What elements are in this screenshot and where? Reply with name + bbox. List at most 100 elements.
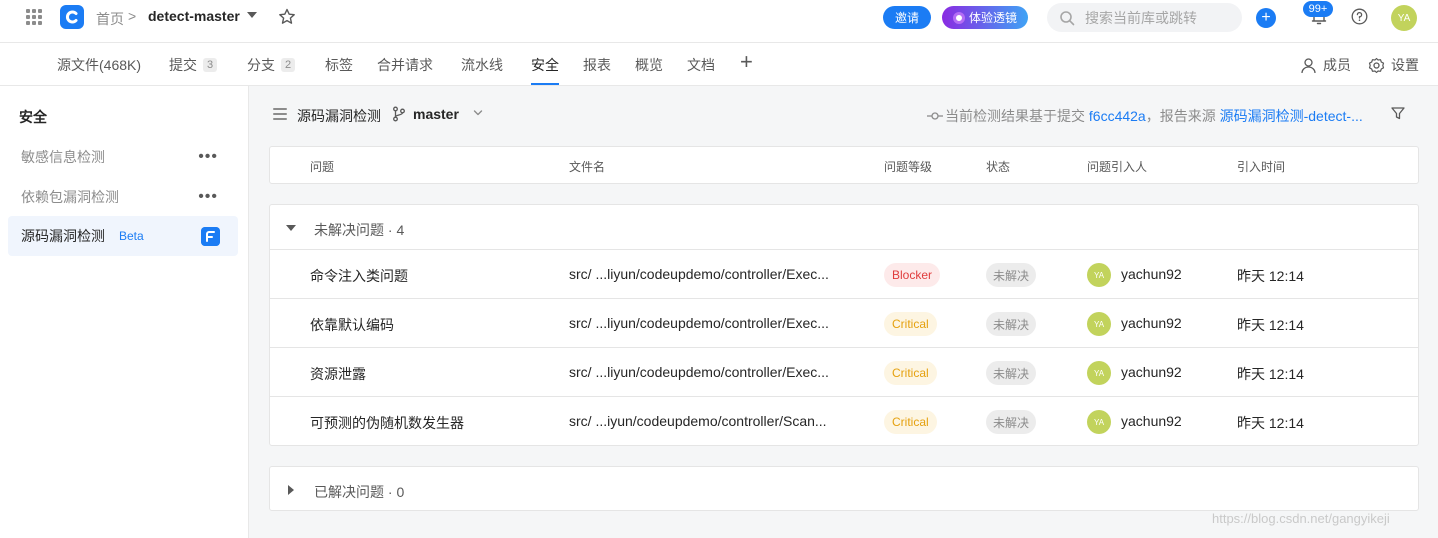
level-badge: Critical — [884, 312, 937, 336]
introduced-time: 昨天 12:14 — [1237, 268, 1304, 284]
avatar: YA — [1087, 263, 1111, 287]
star-icon[interactable] — [277, 7, 297, 27]
sidebar-item-dependency-vuln[interactable]: 依赖包漏洞检测 ••• — [8, 177, 238, 217]
unresolved-group-header[interactable]: 未解决问题 · 4 — [270, 205, 1418, 250]
column-time[interactable]: 引入时间 — [1237, 158, 1285, 175]
watermark: https://blog.csdn.net/gangyikeji — [1212, 511, 1390, 526]
scanner-app-icon — [201, 227, 220, 246]
resolved-title: 已解决问题 · 0 — [314, 484, 405, 500]
chevron-down-icon[interactable] — [473, 108, 483, 118]
tab-branches[interactable]: 分支 2 — [247, 55, 296, 75]
table-row[interactable]: 可预测的伪随机数发生器 src/ ...iyun/codeupdemo/cont… — [270, 397, 1418, 446]
tab-source[interactable]: 源文件(468K) — [57, 55, 141, 75]
security-sidebar: 安全 敏感信息检测 ••• 依赖包漏洞检测 ••• 源码漏洞检测 Beta — [0, 86, 249, 538]
tab-reports[interactable]: 报表 — [583, 55, 611, 75]
unresolved-title: 未解决问题 · 4 — [314, 222, 405, 238]
status-badge: 未解决 — [986, 263, 1037, 287]
repo-dropdown-caret-icon[interactable] — [247, 12, 257, 18]
search-icon — [1060, 10, 1075, 25]
level-badge: Blocker — [884, 263, 941, 287]
introducer-name: yachun92 — [1121, 266, 1182, 282]
codeup-logo-icon[interactable] — [60, 5, 84, 29]
file-path[interactable]: src/ ...liyun/codeupdemo/controller/Exec… — [569, 315, 841, 331]
column-issue[interactable]: 问题 — [310, 158, 334, 175]
caret-down-icon[interactable] — [286, 225, 296, 231]
branches-count: 2 — [281, 58, 296, 72]
table-header: 问题 文件名 问题等级 状态 问题引入人 引入时间 — [269, 146, 1419, 184]
tab-pipelines[interactable]: 流水线 — [461, 55, 503, 75]
add-tab-button[interactable]: + — [740, 51, 753, 73]
sidebar-item-sensitive-info[interactable]: 敏感信息检测 ••• — [8, 137, 238, 177]
issue-name[interactable]: 命令注入类问题 — [310, 266, 408, 286]
commit-icon — [927, 112, 943, 120]
table-row[interactable]: 命令注入类问题 src/ ...liyun/codeupdemo/control… — [270, 250, 1418, 299]
commits-count: 3 — [203, 58, 218, 72]
commit-link[interactable]: f6cc442a — [1089, 108, 1146, 124]
column-file[interactable]: 文件名 — [569, 158, 605, 175]
sidebar-title: 安全 — [19, 109, 47, 125]
tab-docs[interactable]: 文档 — [687, 55, 715, 75]
tab-security[interactable]: 安全 — [531, 55, 559, 75]
level-badge: Critical — [884, 361, 937, 385]
avatar: YA — [1087, 361, 1111, 385]
section-title: 源码漏洞检测 — [297, 108, 381, 124]
branch-selector[interactable]: master — [413, 106, 459, 122]
resolved-group: 已解决问题 · 0 — [269, 466, 1419, 511]
settings-button[interactable]: 设置 — [1368, 55, 1419, 75]
column-level[interactable]: 问题等级 — [884, 158, 932, 175]
add-button[interactable]: + — [1256, 8, 1276, 28]
lens-label: 体验透镜 — [968, 11, 1017, 25]
file-path[interactable]: src/ ...iyun/codeupdemo/controller/Scan.… — [569, 413, 841, 429]
lens-button[interactable]: 体验透镜 — [942, 6, 1028, 29]
apps-grid-icon[interactable] — [26, 9, 42, 25]
issue-name[interactable]: 资源泄露 — [310, 364, 366, 384]
main-content: 源码漏洞检测 master 当前检测结果基于提交 f6cc442a ，报告来源 … — [249, 86, 1438, 538]
menu-icon[interactable] — [273, 108, 287, 120]
introduced-time: 昨天 12:14 — [1237, 317, 1304, 333]
introducer-name: yachun92 — [1121, 315, 1182, 331]
section-header: 源码漏洞检测 master 当前检测结果基于提交 f6cc442a ，报告来源 … — [249, 86, 1438, 142]
active-tab-indicator — [531, 83, 559, 85]
report-source-link[interactable]: 源码漏洞检测-detect-... — [1220, 106, 1363, 126]
resolved-group-header[interactable]: 已解决问题 · 0 — [270, 467, 1418, 512]
members-button[interactable]: 成员 — [1300, 55, 1351, 75]
sidebar-item-source-vuln[interactable]: 源码漏洞检测 Beta — [8, 216, 238, 256]
invite-button[interactable]: 邀请 — [883, 6, 931, 29]
level-badge: Critical — [884, 410, 937, 434]
search-input[interactable] — [1085, 9, 1235, 26]
filter-icon[interactable] — [1390, 105, 1406, 121]
unresolved-group: 未解决问题 · 4 命令注入类问题 src/ ...liyun/codeupde… — [269, 204, 1419, 446]
issue-name[interactable]: 依靠默认编码 — [310, 315, 394, 335]
help-icon[interactable] — [1351, 8, 1368, 25]
breadcrumb-repo[interactable]: detect-master — [148, 8, 240, 24]
tab-overview[interactable]: 概览 — [635, 55, 663, 75]
table-row[interactable]: 依靠默认编码 src/ ...liyun/codeupdemo/controll… — [270, 299, 1418, 348]
repo-tabs: 源文件(468K) 提交 3 分支 2 标签 合并请求 流水线 安全 报表 概览 文… — [0, 43, 1438, 86]
tab-tags[interactable]: 标签 — [325, 55, 353, 75]
tab-commits[interactable]: 提交 3 — [169, 55, 218, 75]
issue-name[interactable]: 可预测的伪随机数发生器 — [310, 413, 464, 433]
breadcrumb-home[interactable]: 首页 — [96, 9, 124, 29]
more-icon[interactable]: ••• — [198, 148, 218, 166]
branch-icon — [393, 106, 405, 122]
beta-tag: Beta — [119, 229, 144, 243]
search-box[interactable] — [1047, 3, 1242, 32]
tab-merge-requests[interactable]: 合并请求 — [377, 55, 433, 75]
avatar: YA — [1087, 312, 1111, 336]
column-introducer[interactable]: 问题引入人 — [1087, 158, 1147, 175]
status-badge: 未解决 — [986, 410, 1037, 434]
top-bar: 首页 > detect-master 邀请 体验透镜 + 99+ YA — [0, 0, 1438, 43]
more-icon[interactable]: ••• — [198, 188, 218, 206]
column-status[interactable]: 状态 — [986, 158, 1010, 175]
introducer-name: yachun92 — [1121, 364, 1182, 380]
file-path[interactable]: src/ ...liyun/codeupdemo/controller/Exec… — [569, 266, 841, 282]
user-avatar[interactable]: YA — [1391, 5, 1417, 31]
commit-info: 当前检测结果基于提交 f6cc442a ，报告来源 源码漏洞检测-detect-… — [927, 106, 1363, 126]
table-row[interactable]: 资源泄露 src/ ...liyun/codeupdemo/controller… — [270, 348, 1418, 397]
file-path[interactable]: src/ ...liyun/codeupdemo/controller/Exec… — [569, 364, 841, 380]
introducer-name: yachun92 — [1121, 413, 1182, 429]
caret-right-icon[interactable] — [288, 485, 294, 495]
status-badge: 未解决 — [986, 312, 1037, 336]
breadcrumb-separator: > — [128, 8, 137, 24]
introduced-time: 昨天 12:14 — [1237, 366, 1304, 382]
